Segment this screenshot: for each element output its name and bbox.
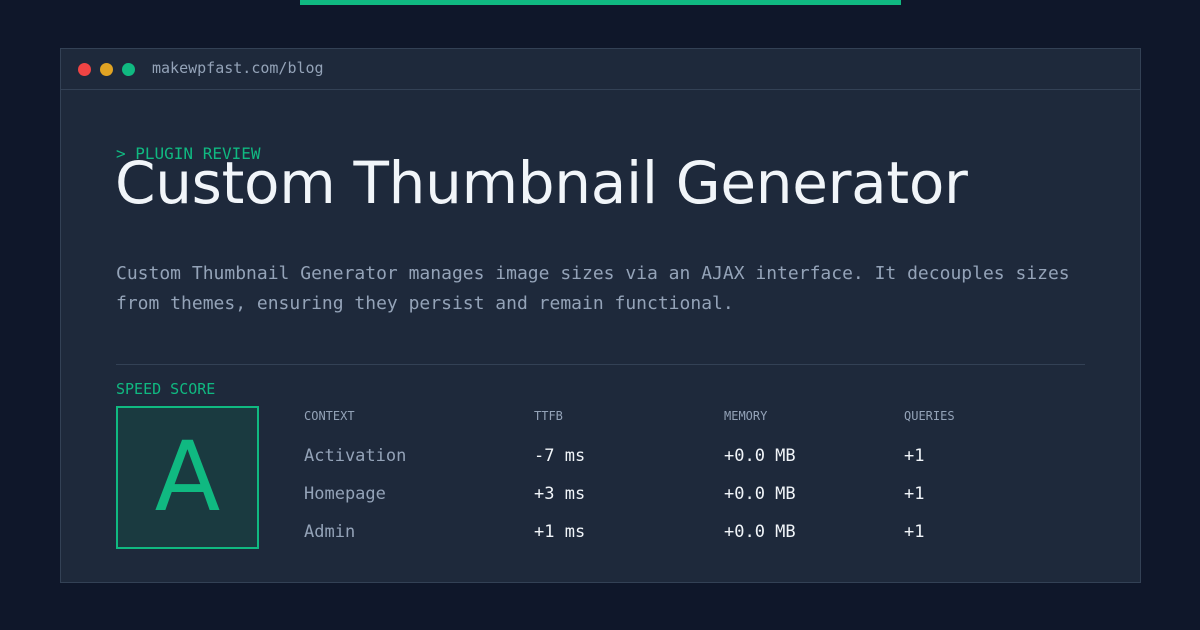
window-titlebar: makewpfast.com/blog <box>61 49 1140 90</box>
row-homepage-memory: +0.0 MB <box>724 484 796 504</box>
row-activation-context: Activation <box>304 446 407 466</box>
row-admin-memory: +0.0 MB <box>724 522 796 542</box>
close-dot-icon[interactable] <box>78 63 91 76</box>
url-text: makewpfast.com/blog <box>152 59 324 77</box>
row-admin-context: Admin <box>304 522 356 542</box>
row-activation-memory: +0.0 MB <box>724 446 796 466</box>
row-activation-ttfb: -7 ms <box>534 446 586 466</box>
maximize-dot-icon[interactable] <box>122 63 135 76</box>
column-header-context: CONTEXT <box>304 409 355 423</box>
browser-window: makewpfast.com/blog > PLUGIN REVIEW Cust… <box>60 48 1141 583</box>
column-header-queries: QUERIES <box>904 409 955 423</box>
speed-score-badge: A <box>116 406 259 549</box>
top-accent-bar <box>300 0 901 5</box>
column-header-ttfb: TTFB <box>534 409 563 423</box>
row-homepage-context: Homepage <box>304 484 386 504</box>
section-divider <box>116 364 1085 365</box>
row-homepage-ttfb: +3 ms <box>534 484 586 504</box>
speed-score-grade: A <box>154 421 221 533</box>
row-homepage-queries: +1 <box>904 484 925 504</box>
column-header-memory: MEMORY <box>724 409 768 423</box>
speed-score-label: SPEED SCORE <box>116 380 216 398</box>
row-activation-queries: +1 <box>904 446 925 466</box>
row-admin-queries: +1 <box>904 522 925 542</box>
minimize-dot-icon[interactable] <box>100 63 113 76</box>
page-title: Custom Thumbnail Generator <box>115 149 968 217</box>
page-description: Custom Thumbnail Generator manages image… <box>116 263 1070 314</box>
row-admin-ttfb: +1 ms <box>534 522 586 542</box>
